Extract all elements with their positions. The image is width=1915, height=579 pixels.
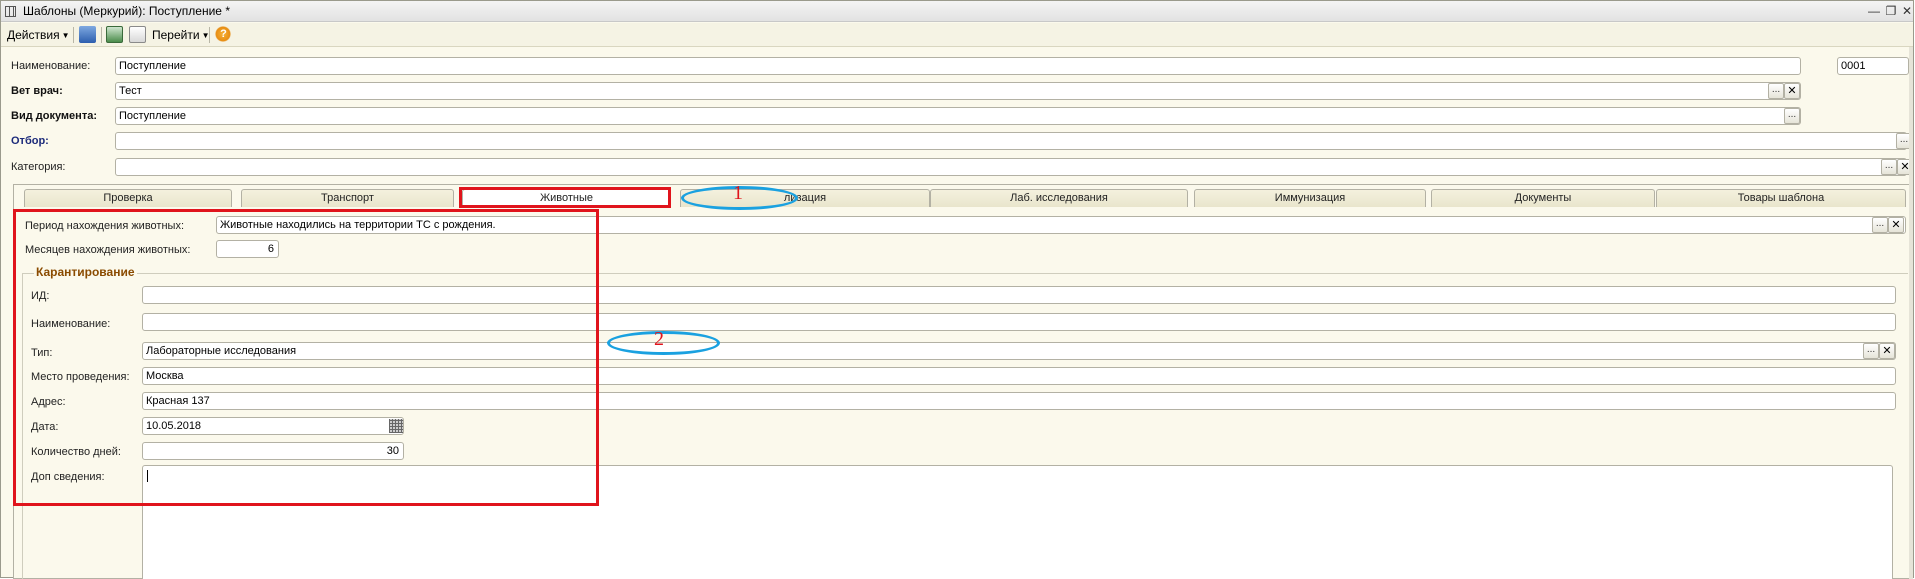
toolbar-separator [209,27,210,43]
tab-lab-research[interactable]: Лаб. исследования [930,189,1188,207]
filter-input[interactable] [115,132,1907,150]
restore-icon[interactable]: ❐ [1884,4,1898,18]
doctype-select-button[interactable]: ... [1784,108,1800,124]
category-select-button[interactable]: ... [1881,159,1897,175]
q-type-select-button[interactable]: ... [1863,343,1879,359]
doctype-label: Вид документа: [11,110,97,122]
category-label: Категория: [11,161,66,173]
tab-transport[interactable]: Транспорт [241,189,454,207]
category-input[interactable] [115,158,1907,176]
annotation-tab-highlight [459,187,671,208]
vet-label: Вет врач: [11,85,63,97]
title-bar: Шаблоны (Меркурий): Поступление * — ❐ ✕ [1,1,1913,22]
toolbar-separator [101,27,102,43]
goto-menu-button[interactable]: Перейти ▼ [152,27,209,43]
vet-select-button[interactable]: ... [1768,83,1784,99]
toolbar: Действия ▼ Перейти ▼ ? [1,23,1913,47]
code-input[interactable]: 0001 [1837,57,1909,75]
annotation-number-2: 2 [654,328,664,350]
annotation-content-highlight [13,209,599,506]
tab-immunization[interactable]: Иммунизация [1194,189,1426,207]
right-edge [1909,47,1913,579]
help-icon[interactable]: ? [215,26,232,43]
tab-documents[interactable]: Документы [1431,189,1655,207]
period-select-button[interactable]: ... [1872,217,1888,233]
q-type-clear-icon[interactable]: ✕ [1879,343,1895,359]
toolbar-separator [73,27,74,43]
doctype-input[interactable]: Поступление [115,107,1801,125]
tab-template-goods[interactable]: Товары шаблона [1656,189,1906,207]
form-icon [5,6,16,17]
refresh-icon[interactable] [106,26,123,43]
save-close-icon[interactable] [79,26,96,43]
vet-input[interactable]: Тест [115,82,1801,100]
minimize-icon[interactable]: — [1867,4,1881,18]
period-clear-icon[interactable]: ✕ [1888,217,1904,233]
actions-menu-button[interactable]: Действия ▼ [7,27,70,43]
name-input[interactable]: Поступление [115,57,1801,75]
filter-label: Отбор: [11,135,49,147]
annotation-number-1: 1 [733,182,743,204]
copy-icon[interactable] [129,26,146,43]
close-icon[interactable]: ✕ [1900,4,1914,18]
vet-clear-icon[interactable]: ✕ [1784,83,1800,99]
window-title: Шаблоны (Меркурий): Поступление * [23,4,230,18]
tab-proverka[interactable]: Проверка [24,189,232,207]
name-label: Наименование: [11,60,91,72]
